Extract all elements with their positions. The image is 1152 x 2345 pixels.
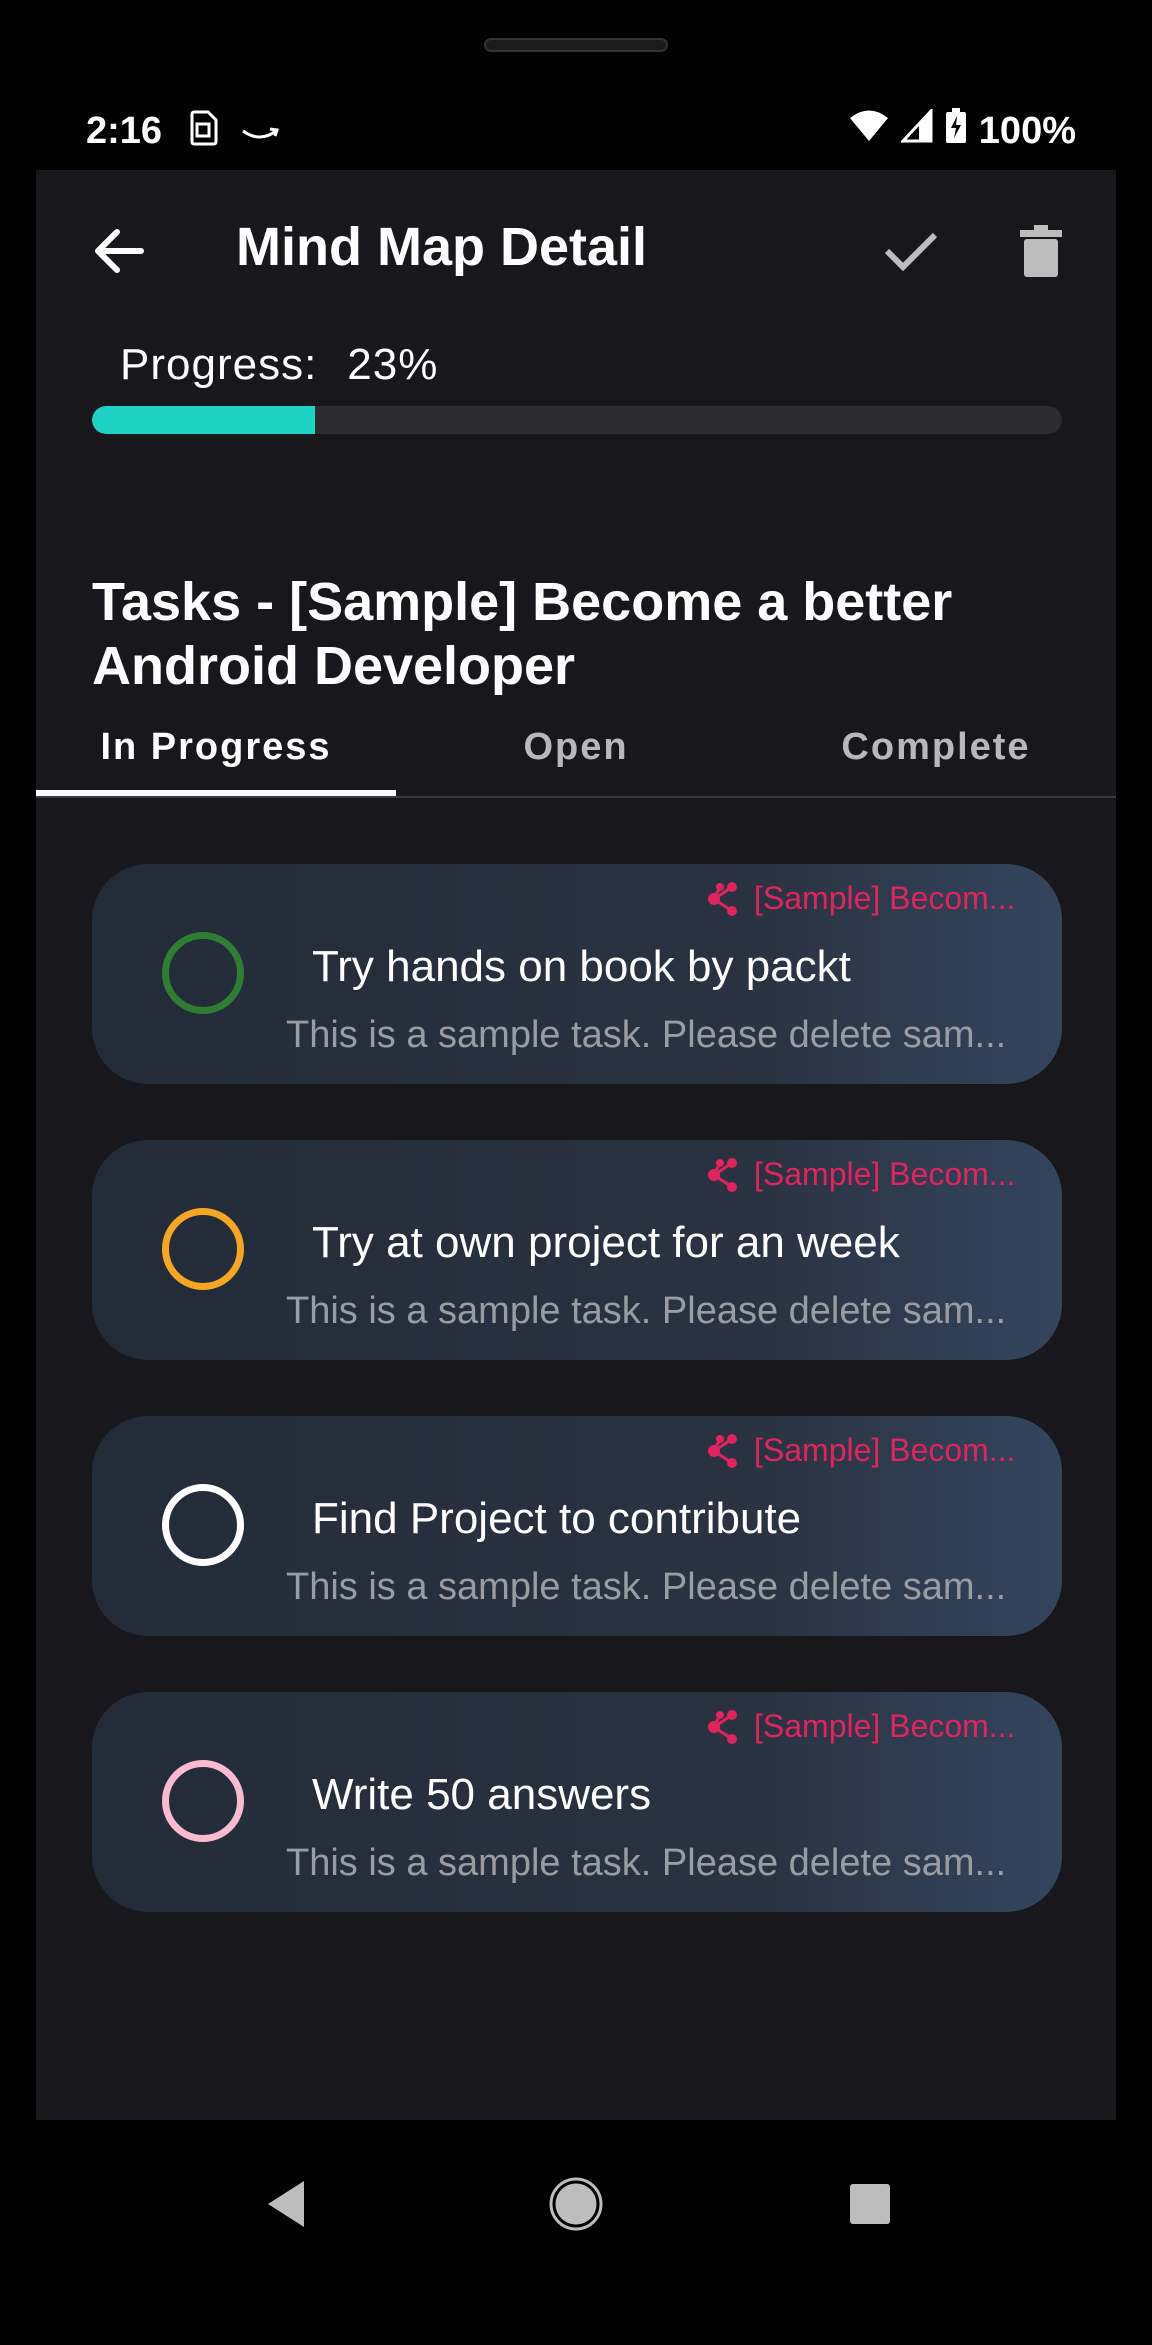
task-title: Write 50 answers [312, 1770, 652, 1819]
mind-map-tag: [Sample] Becom... [706, 880, 1015, 917]
tag-label: [Sample] Becom... [754, 1156, 1016, 1192]
tab-complete[interactable]: Complete [756, 700, 1116, 794]
tab-label: In Progress [100, 725, 332, 768]
tab-open[interactable]: Open [396, 700, 756, 794]
tab-indicator [36, 790, 396, 796]
status-notification-icons [188, 110, 280, 156]
mind-map-icon [708, 1709, 737, 1744]
task-title: Try at own project for an week [312, 1218, 900, 1267]
nav-home-icon [549, 2177, 603, 2231]
tab-label: Open [523, 725, 629, 768]
task-description: This is a sample task. Please delete sam… [286, 1014, 1007, 1056]
tasks-heading: Tasks - [Sample] Become a better Android… [92, 572, 953, 696]
nav-recents-icon [850, 2184, 890, 2224]
save-button[interactable] [876, 216, 946, 286]
tag-label: [Sample] Becom... [754, 1432, 1016, 1468]
tab-label: Complete [841, 725, 1031, 768]
signal-icon [899, 107, 933, 153]
task-description: This is a sample task. Please delete sam… [286, 1290, 1007, 1332]
amazon-icon [240, 112, 280, 155]
nav-back-icon [268, 2181, 304, 2227]
task-status-circle[interactable] [162, 1208, 244, 1290]
device-frame: 2:16 100% Mind Map Detail Progress: 23% … [0, 0, 1152, 2345]
tag-label: [Sample] Becom... [754, 880, 1016, 916]
speaker-grille [484, 38, 668, 52]
system-nav-bar [36, 2120, 1116, 2280]
check-icon [884, 232, 938, 272]
task-description: This is a sample task. Please delete sam… [286, 1566, 1007, 1608]
nav-recents-button[interactable] [830, 2164, 910, 2244]
task-status-circle[interactable] [162, 1484, 244, 1566]
task-status-circle[interactable] [162, 932, 244, 1014]
progress-label: Progress: 23% [120, 340, 438, 390]
trash-icon [1020, 225, 1062, 277]
progress-value: 23% [347, 340, 439, 389]
battery-percentage: 100% [978, 109, 1076, 152]
tab-in-progress[interactable]: In Progress [36, 700, 396, 796]
task-card[interactable]: [Sample] Becom... Write 50 answers This … [92, 1692, 1062, 1912]
tag-label: [Sample] Becom... [754, 1708, 1016, 1744]
mind-map-tag: [Sample] Becom... [706, 1708, 1015, 1745]
mind-map-icon [708, 881, 737, 916]
mind-map-icon [708, 1157, 737, 1192]
nav-back-button[interactable] [246, 2164, 326, 2244]
back-button[interactable] [84, 216, 154, 286]
nav-home-button[interactable] [536, 2164, 616, 2244]
delete-button[interactable] [1006, 216, 1076, 286]
mind-map-tag: [Sample] Becom... [706, 1156, 1015, 1193]
status-bar: 2:16 100% [36, 100, 1116, 170]
status-system-icons: 100% [849, 107, 1076, 154]
back-arrow-icon [95, 229, 144, 273]
task-description: This is a sample task. Please delete sam… [286, 1842, 1007, 1884]
app-bar: Mind Map Detail [36, 170, 1116, 330]
progress-bar-fill [92, 406, 316, 434]
progress-title: Progress: [120, 340, 318, 389]
status-time: 2:16 [86, 110, 163, 152]
task-card[interactable]: [Sample] Becom... Try at own project for… [92, 1140, 1062, 1360]
task-card[interactable]: [Sample] Becom... Find Project to contri… [92, 1416, 1062, 1636]
progress-bar [92, 406, 1062, 434]
app-screen: Mind Map Detail Progress: 23% Tasks - [Sa… [36, 170, 1116, 2120]
task-title: Find Project to contribute [312, 1494, 802, 1543]
sim-icon [188, 110, 218, 156]
mind-map-tag: [Sample] Becom... [706, 1432, 1015, 1469]
task-title: Try hands on book by packt [312, 942, 851, 991]
page-title: Mind Map Detail [236, 217, 648, 277]
battery-charging-icon [945, 108, 967, 154]
task-card[interactable]: [Sample] Becom... Try hands on book by p… [92, 864, 1062, 1084]
task-status-circle[interactable] [162, 1760, 244, 1842]
mind-map-icon [708, 1433, 737, 1468]
task-tabs: In Progress Open Complete [36, 700, 1116, 798]
wifi-icon [849, 109, 889, 153]
